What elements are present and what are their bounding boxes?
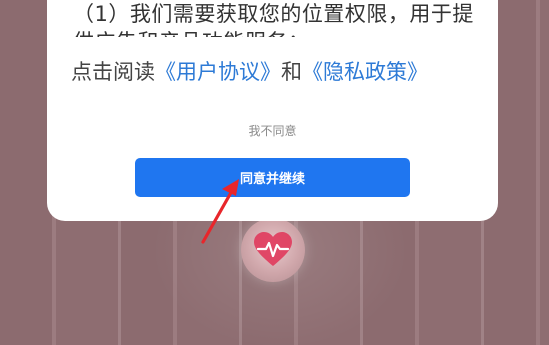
user-agreement-link[interactable]: 《用户协议》 (155, 60, 281, 84)
screen: （1）我们需要获取您的位置权限，用于提供广告和产品功能服务； 点击阅读《用户协议… (0, 0, 549, 345)
privacy-policy-link[interactable]: 《隐私政策》 (302, 60, 428, 84)
agree-continue-button[interactable]: 同意并继续 (135, 158, 410, 197)
agreement-line: 点击阅读《用户协议》和《隐私政策》 (71, 58, 428, 86)
agreement-prefix: 点击阅读 (71, 60, 155, 84)
permission-paragraph: （1）我们需要获取您的位置权限，用于提供广告和产品功能服务； (73, 2, 474, 37)
reject-button[interactable]: 我不同意 (47, 122, 498, 139)
agreement-conjunction: 和 (281, 60, 302, 84)
arrow-shaft (201, 187, 235, 244)
permission-dialog: （1）我们需要获取您的位置权限，用于提供广告和产品功能服务； 点击阅读《用户协议… (47, 0, 498, 221)
annotation-arrow-icon (201, 179, 239, 244)
heart-shape (254, 232, 292, 266)
